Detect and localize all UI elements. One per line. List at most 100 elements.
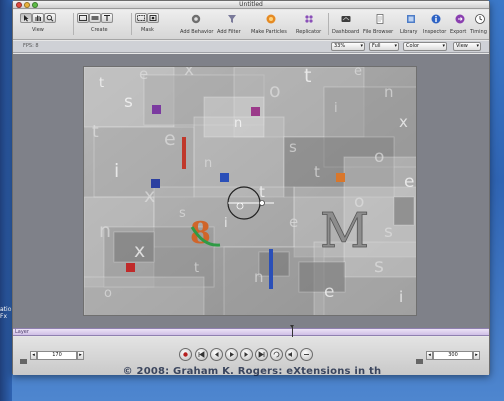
in-point-icon[interactable] [19,351,28,364]
dashboard-icon [340,13,352,25]
loop-icon [273,351,280,358]
zoom-tool-button[interactable] [44,13,56,23]
play-range-button[interactable] [300,348,313,361]
bezier-tool-button[interactable] [89,13,101,23]
skip-forward-icon [258,351,265,358]
mask-tool-group: Mask [135,13,165,37]
blue-square-shape [151,179,160,188]
end-frame-decrement[interactable]: ◂ [426,351,433,360]
canvas-letter-glyph: x [184,67,194,80]
shape-icon [91,16,99,20]
export-button[interactable]: Export [450,13,470,37]
end-frame-field[interactable]: 300 [433,351,473,360]
go-to-end-button[interactable] [255,348,268,361]
render-quality-value: Full [372,43,381,49]
step-back-icon [215,352,219,357]
add-behavior-label: Add Behavior [180,29,214,35]
canvas-letter-glyph: e [289,213,298,231]
replicator-icon [303,13,315,25]
canvas-letter-glyph: o [269,80,281,102]
canvas-letter-glyph: t [99,76,104,91]
canvas-letter-glyph: o [374,147,384,167]
go-to-start-button[interactable] [195,348,208,361]
rectangle-icon [79,15,87,21]
canvas-letter-glyph: s [384,222,393,242]
view-group-label: View [32,27,44,33]
make-particles-button[interactable]: Make Particles [251,13,291,37]
speaker-icon [288,352,292,357]
magenta-square-shape [251,107,260,116]
add-filter-label: Add Filter [217,29,241,35]
canvas-header-bar: FPS: 8 33% ▾ Full ▾ Color ▾ View ▾ [13,41,489,53]
start-frame-field[interactable]: 170 [37,351,77,360]
canvas-letter-glyph: n [204,156,212,171]
step-back-button[interactable] [210,348,223,361]
color-channel-dropdown[interactable]: Color ▾ [403,42,447,51]
filter-icon [226,13,238,25]
mask-rect-tool-button[interactable] [135,13,147,23]
create-tool-group: Create [77,13,131,37]
particles-icon [265,13,277,25]
overlay-rectangle-shape [84,276,205,315]
replicator-button[interactable]: Replicator [294,13,324,37]
render-quality-dropdown[interactable]: Full ▾ [369,42,399,51]
red-square-shape [126,263,135,272]
copyright-watermark: © 2008: Graham K. Rogers: eXtensions in … [122,366,382,377]
skip-back-icon [198,351,205,358]
overlay-rectangle-shape [298,261,346,293]
mini-timeline[interactable]: Layer [13,325,489,337]
start-frame-decrement[interactable]: ◂ [30,351,37,360]
select-tool-button[interactable] [20,13,32,23]
record-icon [183,352,188,357]
canvas-letter-glyph: t [194,261,199,276]
audio-button[interactable] [285,348,298,361]
canvas-letter-glyph: o [104,286,112,301]
library-button[interactable]: Library [399,13,423,37]
fps-readout: FPS: 8 [23,43,39,49]
canvas-letter-glyph: e [139,67,148,83]
project-canvas[interactable]: textensoixtensointexstoniesxtnesoi 8 M [83,66,417,316]
orange-square-shape [336,173,345,182]
replicator-label: Replicator [296,29,322,35]
inspector-button[interactable]: Inspector [423,13,449,37]
blue-square-shape [220,173,229,182]
out-point-icon[interactable] [415,351,424,364]
gear-icon [190,13,202,25]
add-filter-button[interactable]: Add Filter [217,13,247,37]
blue-bar-shape [269,249,273,289]
canvas-letter-glyph: n [234,116,242,131]
library-label: Library [400,29,418,35]
pan-tool-button[interactable] [32,13,44,23]
mask-shape-tool-button[interactable] [147,13,159,23]
add-behavior-button[interactable]: Add Behavior [180,13,214,37]
play-button[interactable] [225,348,238,361]
canvas-letter-glyph: t [92,122,99,142]
canvas-letter-glyph: s [179,206,186,221]
zoom-level-dropdown[interactable]: 33% ▾ [331,42,365,51]
canvas-letter-glyph: e [324,282,334,302]
text-tool-button[interactable] [101,13,113,23]
inspector-icon [430,13,442,25]
dashboard-button[interactable]: Dashboard [331,13,361,37]
play-icon [230,352,234,357]
playhead-marker[interactable] [290,325,294,337]
timing-icon [474,13,486,25]
rectangle-tool-button[interactable] [77,13,89,23]
start-frame-increment[interactable]: ▸ [77,351,84,360]
make-particles-label: Make Particles [251,29,287,35]
canvas-letter-glyph: e [354,67,362,79]
window-titlebar[interactable]: Untitled [13,1,489,9]
record-button[interactable] [179,348,192,361]
step-forward-icon [244,352,248,357]
loop-button[interactable] [270,348,283,361]
view-options-dropdown[interactable]: View ▾ [453,42,481,51]
end-frame-increment[interactable]: ▸ [473,351,480,360]
motion-window: Untitled View Create Mask Add Behavior A… [12,0,490,375]
timing-label: Timing [470,29,487,35]
canvas-letter-glyph: n [254,268,264,286]
timing-button[interactable]: Timing [470,13,490,37]
step-forward-button[interactable] [240,348,253,361]
canvas-letter-glyph: s [289,138,297,156]
canvas-artwork: te x t ens oixt ens oi n t exst on i e sxt neso i 8 M [84,67,416,315]
file-browser-button[interactable]: File Browser [363,13,397,37]
